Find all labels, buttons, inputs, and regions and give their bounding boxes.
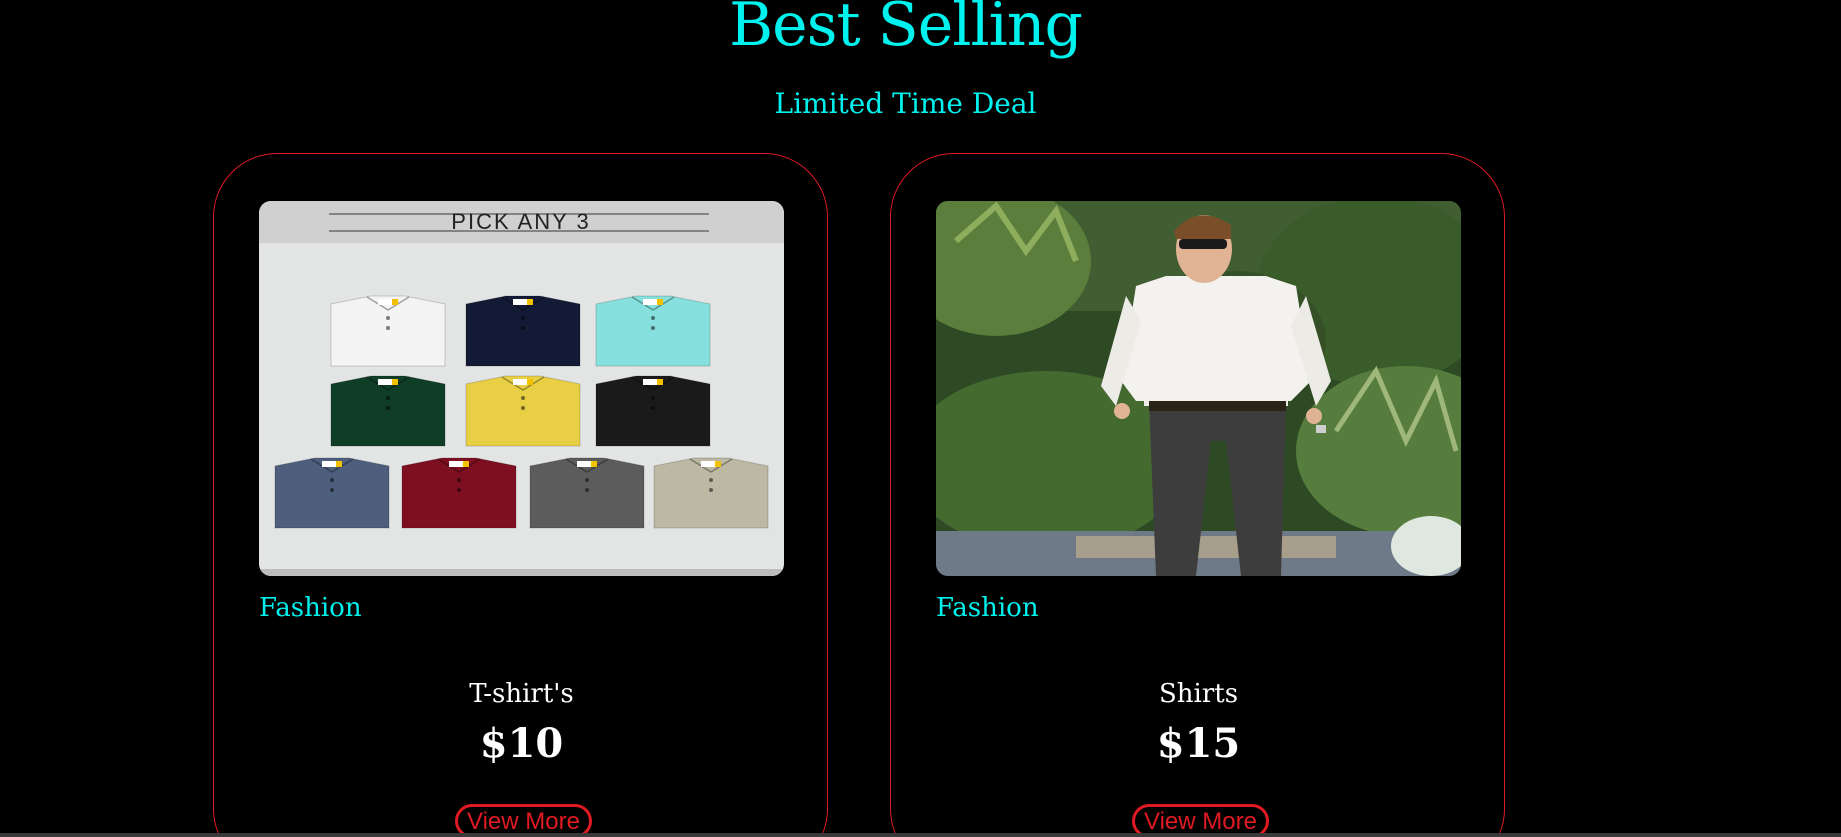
product-category[interactable]: Fashion xyxy=(936,590,1039,626)
product-image-tshirts[interactable]: PICK ANY 3 xyxy=(259,201,784,576)
product-name: T-shirt's xyxy=(469,679,574,709)
page-subtitle: Limited Time Deal xyxy=(774,87,1037,120)
product-category[interactable]: Fashion xyxy=(259,590,362,626)
product-image-shirts[interactable] xyxy=(936,201,1461,576)
page-title: Best Selling xyxy=(729,0,1083,60)
horizontal-scrollbar[interactable] xyxy=(0,833,1841,837)
product-price: $15 xyxy=(1156,720,1241,767)
product-name: Shirts xyxy=(1158,679,1239,709)
product-card-shirts: Fashion Shirts $15 View More xyxy=(890,153,1505,837)
product-price: $10 xyxy=(479,720,564,767)
product-card-tshirts: PICK ANY 3 Fashion T-shirt's $10 View Mo… xyxy=(213,153,828,837)
pick-any-3-text: PICK ANY 3 xyxy=(451,209,590,234)
